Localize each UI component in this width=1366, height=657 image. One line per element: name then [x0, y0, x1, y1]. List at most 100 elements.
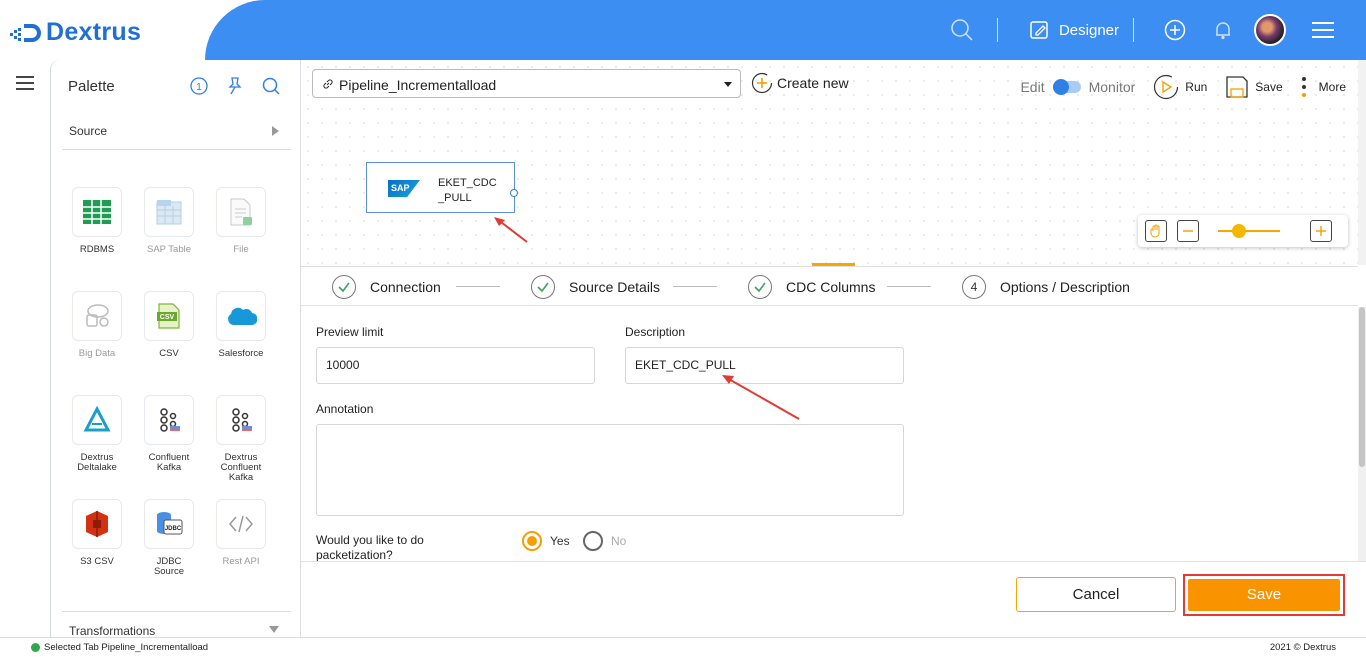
tile-label: Rest API — [222, 556, 260, 567]
palette-tile-confluent-kafka[interactable]: Confluent Kafka — [137, 395, 201, 473]
step-options-description[interactable]: 4 Options / Description — [962, 275, 1130, 299]
step-label: Source Details — [569, 279, 661, 295]
history-icon[interactable]: 1 — [188, 75, 210, 97]
designer-button[interactable]: Designer — [1030, 20, 1119, 40]
step-connection[interactable]: Connection — [332, 275, 441, 299]
preview-limit-label: Preview limit — [316, 325, 384, 339]
check-icon — [531, 275, 555, 299]
check-icon — [332, 275, 356, 299]
svg-text:1: 1 — [196, 82, 202, 93]
form-actions: Cancel Save — [301, 561, 1366, 637]
form-scrollbar[interactable] — [1358, 307, 1366, 561]
palette-tile-csv[interactable]: CSV CSV — [137, 291, 201, 359]
step-connector — [456, 286, 500, 287]
sap-logo-icon: SAP — [388, 180, 420, 197]
more-button[interactable]: More — [1301, 76, 1346, 98]
scrollbar-thumb[interactable] — [1359, 307, 1365, 467]
palette-tile-rest-api[interactable]: Rest API — [209, 499, 273, 567]
svg-text:CSV: CSV — [160, 314, 175, 321]
hamburger-icon[interactable] — [16, 76, 34, 94]
big-data-icon — [86, 304, 109, 327]
search-icon[interactable] — [947, 18, 977, 42]
minus-icon — [1183, 230, 1193, 232]
palette-title: Palette — [68, 78, 115, 95]
kafka-icon — [160, 408, 180, 432]
transformations-section-label: Transformations — [69, 624, 156, 638]
palette-tile-s3-csv[interactable]: S3 CSV — [65, 499, 129, 567]
file-icon — [230, 198, 252, 226]
description-label: Description — [625, 325, 686, 339]
step-source-details[interactable]: Source Details — [531, 275, 660, 299]
pipeline-name: Pipeline_Incrementalload — [339, 77, 497, 93]
step-label: CDC Columns — [786, 279, 876, 295]
transformations-section-header[interactable]: Transformations — [62, 611, 291, 639]
pipeline-node[interactable]: SAP EKET_CDC _PULL — [366, 162, 518, 213]
edit-icon — [1030, 21, 1048, 39]
salesforce-cloud-icon — [228, 307, 257, 326]
packetization-yes-radio[interactable] — [522, 531, 542, 551]
edit-monitor-toggle[interactable] — [1052, 79, 1081, 95]
edit-mode-label: Edit — [1020, 79, 1045, 95]
zoom-in-button[interactable] — [1310, 220, 1332, 242]
node-output-port[interactable] — [510, 189, 518, 197]
zoom-slider[interactable] — [1218, 230, 1280, 232]
brand-logo[interactable]: Dextrus — [10, 18, 141, 47]
palette-tile-jdbc-source[interactable]: JDBC JDBC Source — [137, 499, 201, 577]
preview-limit-input[interactable]: 10000 — [316, 347, 595, 384]
annotation-textarea[interactable] — [316, 424, 904, 516]
canvas-toolbar: Edit Monitor Run Save More — [1020, 74, 1346, 100]
zoom-slider-knob[interactable] — [1232, 224, 1247, 238]
step-label: Options / Description — [1000, 279, 1130, 295]
palette-tile-rdbms[interactable]: RDBMS — [65, 187, 129, 255]
palette-tile-file[interactable]: File — [209, 187, 273, 255]
hand-icon — [1150, 224, 1160, 238]
create-new-label: Create new — [777, 75, 849, 91]
packetization-no-radio[interactable] — [583, 531, 603, 551]
step-connector — [673, 286, 717, 287]
pin-icon[interactable] — [224, 75, 246, 97]
palette-tile-sap-table[interactable]: SAP Table — [137, 187, 201, 255]
divider — [1133, 18, 1134, 42]
save-button-highlight: Save — [1183, 574, 1345, 616]
add-circle-icon[interactable] — [1164, 19, 1186, 41]
step-connector — [887, 286, 931, 287]
create-new-button[interactable]: Create new — [751, 72, 849, 94]
chevron-down-icon — [269, 626, 279, 633]
zoom-out-button[interactable] — [1177, 220, 1199, 242]
tile-label: SAP Table — [146, 244, 192, 255]
bell-icon[interactable] — [1212, 19, 1234, 41]
palette-tile-dextrus-deltalake[interactable]: Dextrus Deltalake — [65, 395, 129, 473]
packetization-question: Would you like to do packetization? — [316, 533, 424, 563]
step-label: Connection — [370, 279, 441, 295]
palette-tile-salesforce[interactable]: Salesforce — [209, 291, 273, 359]
divider — [996, 18, 998, 42]
description-input[interactable]: EKET_CDC_PULL — [625, 347, 904, 384]
zoom-controls — [1138, 215, 1348, 247]
yes-label: Yes — [550, 534, 570, 548]
tile-label: Confluent Kafka — [148, 452, 190, 473]
save-pipeline-button[interactable]: Save — [1225, 75, 1283, 99]
step-cdc-columns[interactable]: CDC Columns — [748, 275, 875, 299]
save-icon — [1226, 76, 1248, 98]
menu-icon[interactable] — [1312, 21, 1334, 39]
save-button[interactable]: Save — [1188, 579, 1340, 611]
pipeline-select[interactable]: Pipeline_Incrementalload — [312, 69, 741, 98]
csv-icon: CSV — [157, 303, 180, 329]
avatar[interactable] — [1254, 14, 1286, 46]
kafka-icon — [232, 408, 252, 432]
tile-label: File — [233, 244, 249, 255]
source-section-header[interactable]: Source — [62, 122, 291, 150]
add-circle-icon — [751, 72, 773, 94]
pan-hand-button[interactable] — [1145, 220, 1167, 242]
top-bar: Dextrus Designer — [0, 0, 1366, 60]
tile-label: Salesforce — [218, 348, 264, 359]
run-button[interactable]: Run — [1153, 74, 1207, 100]
search-icon[interactable] — [260, 75, 282, 97]
tile-label: RDBMS — [79, 244, 115, 255]
palette-tile-big-data[interactable]: Big Data — [65, 291, 129, 359]
annotation-label: Annotation — [316, 402, 374, 416]
palette-tile-dextrus-confluent-kafka[interactable]: Dextrus Confluent Kafka — [209, 395, 273, 483]
cancel-button[interactable]: Cancel — [1016, 577, 1176, 612]
pipeline-canvas[interactable]: Pipeline_Incrementalload Create new Edit… — [301, 60, 1358, 265]
status-text: Selected Tab Pipeline_Incrementalload — [44, 642, 209, 653]
